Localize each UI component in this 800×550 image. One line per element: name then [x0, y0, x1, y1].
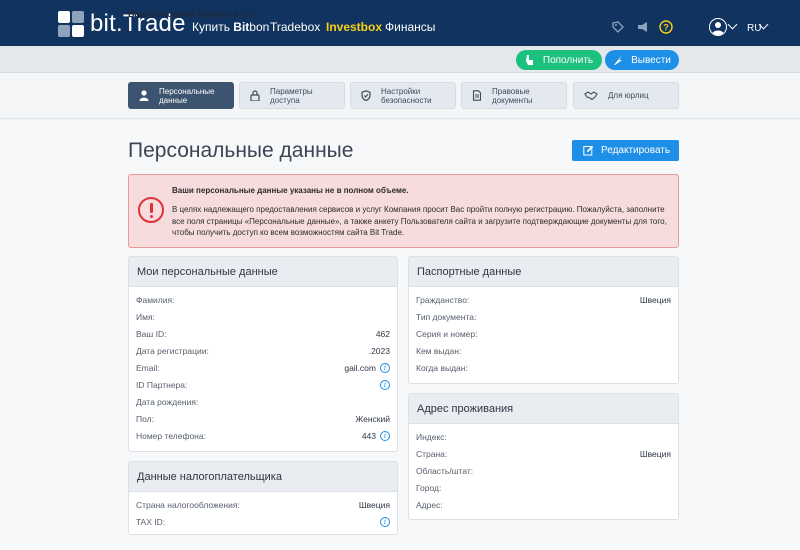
email-value: gail.com: [344, 363, 376, 373]
info-icon[interactable]: i: [380, 517, 390, 527]
personal-label: Номер телефона:: [136, 431, 206, 441]
personal-label: Дата рождения:: [136, 397, 199, 407]
tax-label: TAX ID:: [136, 517, 166, 527]
handshake-icon: [584, 91, 598, 101]
page-title: Персональные данные: [128, 139, 354, 162]
tab-personal-data[interactable]: Персональные данные: [128, 82, 234, 109]
user-icon: [139, 90, 149, 101]
info-icon[interactable]: i: [380, 431, 390, 441]
citizenship-value: Швеция: [639, 295, 671, 305]
address-label: Область/штат:: [416, 466, 474, 476]
personal-label: Имя:: [136, 312, 155, 322]
edit-button[interactable]: Редактировать: [572, 140, 679, 161]
address-card: Адрес проживания Индекс: Страна: Область…: [408, 393, 679, 520]
phone-value: 443: [361, 431, 376, 441]
send-icon: [614, 55, 623, 65]
alert-title: Ваши персональные данные указаны не в по…: [172, 186, 409, 195]
balance-value: Ƀ 0,00: [233, 9, 260, 19]
warning-icon: [138, 197, 164, 223]
pencil-icon: [583, 145, 594, 156]
svg-text:?: ?: [663, 23, 669, 33]
help-icon[interactable]: ?: [659, 20, 673, 34]
megaphone-icon[interactable]: [636, 20, 650, 34]
address-label: Город:: [416, 483, 442, 493]
nav-finance[interactable]: Финансы: [385, 20, 435, 34]
taxpayer-title: Данные налогоплательщика: [129, 462, 397, 492]
shield-icon: [361, 90, 371, 101]
lock-icon: [250, 90, 260, 101]
passport-label: Когда выдан:: [416, 363, 468, 373]
personal-label: ID Партнера:: [136, 380, 188, 390]
logo-grid-icon: [58, 11, 84, 37]
hand-icon: [525, 55, 533, 65]
tab-legal-documents[interactable]: Правовые документы: [461, 82, 567, 109]
address-label: Адрес:: [416, 500, 443, 510]
nav-tradebox[interactable]: Tradebox: [270, 20, 320, 34]
passport-card: Паспортные данные Гражданство: Тип докум…: [408, 256, 679, 384]
taxpayer-card: Данные налогоплательщика Страна налогооб…: [128, 461, 398, 535]
passport-label: Гражданство:: [416, 295, 470, 305]
registration-date-value: .2023: [368, 346, 390, 356]
personal-label: Email:: [136, 363, 160, 373]
document-icon: [472, 90, 482, 101]
avatar-icon[interactable]: [709, 18, 727, 36]
passport-title: Паспортные данные: [409, 257, 678, 287]
tab-legal-entities[interactable]: Для юрлиц: [573, 82, 679, 109]
incomplete-data-alert: Ваши персональные данные указаны не в по…: [128, 174, 679, 248]
personal-label: Пол:: [136, 414, 154, 424]
gender-value: Женский: [355, 414, 390, 424]
personal-label: Фамилия:: [136, 295, 175, 305]
personal-data-card: Мои персональные данные Фамилия: Имя: Ва…: [128, 256, 398, 452]
personal-label: Дата регистрации:: [136, 346, 209, 356]
info-icon[interactable]: i: [380, 380, 390, 390]
country-value: Швеция: [639, 449, 671, 459]
tab-access-settings[interactable]: Параметры доступа: [239, 82, 345, 109]
balance-label: Ваш Основной баланс:: [128, 9, 232, 19]
alert-text: В целях надлежащего предоставления серви…: [172, 205, 667, 237]
personal-label: Ваш ID:: [136, 329, 167, 339]
tag-icon[interactable]: [611, 20, 625, 34]
nav-investbox[interactable]: Investbox: [326, 20, 382, 34]
address-label: Индекс:: [416, 432, 447, 442]
passport-label: Серия и номер:: [416, 329, 478, 339]
info-icon[interactable]: i: [380, 363, 390, 373]
tax-country-value: Швеция: [358, 500, 390, 510]
personal-data-title: Мои персональные данные: [129, 257, 397, 287]
user-id-value: 462: [375, 329, 390, 339]
balance-bar: [0, 46, 800, 73]
address-label: Страна:: [416, 449, 448, 459]
tab-security-settings[interactable]: Настройки безопасности: [350, 82, 456, 109]
withdraw-button[interactable]: Вывести: [605, 50, 679, 70]
deposit-button[interactable]: Пополнить: [516, 50, 602, 70]
nav-buy-bitbon[interactable]: Купить Bitbon: [192, 20, 269, 34]
address-title: Адрес проживания: [409, 394, 678, 424]
passport-label: Кем выдан:: [416, 346, 462, 356]
passport-label: Тип документа:: [416, 312, 477, 322]
tax-label: Страна налогообложения:: [136, 500, 240, 510]
